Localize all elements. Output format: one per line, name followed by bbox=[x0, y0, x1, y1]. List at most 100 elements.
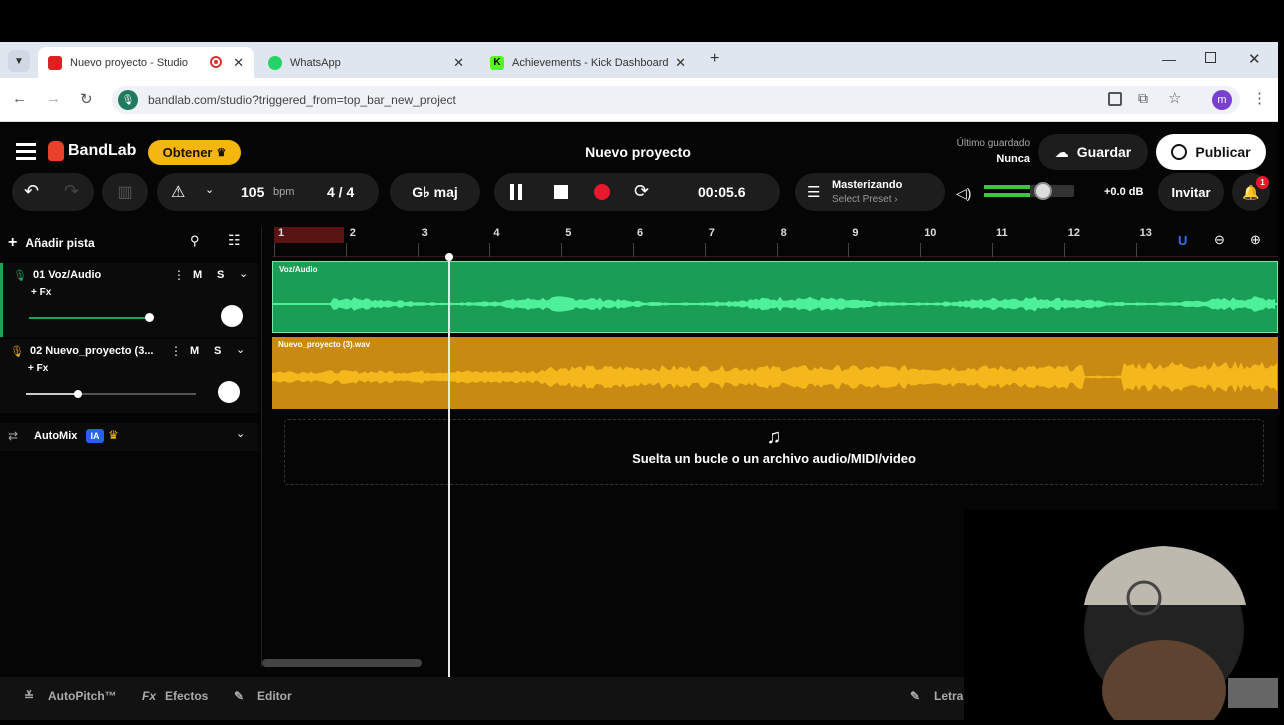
tab-bandlab[interactable]: Nuevo proyecto - Studio ✕ bbox=[38, 47, 254, 78]
track-header-2[interactable]: 🎙 02 Nuevo_proyecto (3... + Fx ⋮ M S ⌄ bbox=[0, 339, 258, 413]
undo-icon[interactable]: ↶ bbox=[24, 181, 39, 202]
reload-icon[interactable]: ↻ bbox=[80, 90, 93, 108]
notification-badge: 1 bbox=[1256, 176, 1269, 189]
horizontal-scrollbar[interactable] bbox=[262, 659, 422, 667]
url-field[interactable]: 🎙 bandlab.com/studio?triggered_from=top_… bbox=[112, 86, 1240, 114]
playhead-handle[interactable] bbox=[445, 253, 453, 261]
restore-icon[interactable] bbox=[1205, 52, 1216, 63]
mastering-button[interactable]: ☰ Masterizando Select Preset › bbox=[795, 173, 945, 211]
close-tab-icon[interactable]: ✕ bbox=[453, 55, 464, 71]
master-volume-slider[interactable] bbox=[1034, 182, 1052, 200]
browser-menu-icon[interactable]: ⋮ bbox=[1252, 89, 1267, 107]
automix-chevron-down-icon[interactable]: ⌄ bbox=[236, 427, 245, 440]
get-membership-label: Obtener bbox=[162, 145, 213, 160]
metronome-chevron-down-icon[interactable]: ⌄ bbox=[205, 183, 214, 196]
track-volume-slider[interactable] bbox=[29, 317, 149, 319]
bpm-value[interactable]: 105 bbox=[241, 184, 264, 200]
zoom-in-icon[interactable]: ⊕ bbox=[1250, 232, 1261, 248]
track-menu-icon[interactable]: ⋮ bbox=[170, 344, 182, 358]
invite-button[interactable]: Invitar bbox=[1158, 173, 1224, 211]
back-icon[interactable]: ← bbox=[12, 90, 27, 107]
add-track-button[interactable]: + Añadir pista bbox=[8, 229, 128, 257]
new-tab-icon[interactable]: + bbox=[710, 50, 719, 68]
automix-row[interactable]: ⇄ AutoMix IA ♛ ⌄ bbox=[0, 423, 258, 451]
pause-icon[interactable] bbox=[510, 184, 514, 200]
globe-icon bbox=[1171, 144, 1188, 160]
hamburger-menu-icon[interactable] bbox=[16, 143, 36, 160]
record-icon[interactable] bbox=[594, 184, 610, 200]
project-title[interactable]: Nuevo proyecto bbox=[560, 144, 716, 160]
time-signature[interactable]: 4 / 4 bbox=[327, 184, 354, 200]
redo-icon[interactable]: ↷ bbox=[64, 181, 79, 202]
lyrics-button[interactable]: Letra bbox=[934, 689, 963, 703]
minimize-icon[interactable]: — bbox=[1162, 51, 1176, 67]
track-name[interactable]: 02 Nuevo_proyecto (3... bbox=[30, 345, 154, 357]
timeline-ruler[interactable]: 1 2 3 4 5 6 7 8 9 10 11 12 13 U ⊖ ⊕ bbox=[272, 227, 1278, 257]
speaker-icon[interactable]: ◁) bbox=[956, 185, 971, 202]
get-membership-button[interactable]: Obtener ♛ bbox=[148, 140, 241, 165]
reader-mode-icon[interactable] bbox=[1108, 92, 1122, 106]
track-header-1[interactable]: 🎙 01 Voz/Audio + Fx ⋮ M S ⌄ bbox=[0, 263, 258, 337]
track-expand-chevron-icon[interactable]: ⌄ bbox=[236, 343, 245, 356]
ruler-bar-number: 2 bbox=[349, 227, 356, 239]
autopitch-button[interactable]: AutoPitch™ bbox=[48, 689, 117, 703]
tab-search-chevron-icon[interactable]: ▼ bbox=[8, 50, 30, 72]
volume-slider-handle[interactable] bbox=[145, 313, 154, 322]
tab-kick[interactable]: K Achievements - Kick Dashboard ✕ bbox=[480, 47, 696, 78]
ruler-tick bbox=[776, 243, 778, 257]
volume-slider-handle[interactable] bbox=[74, 390, 82, 398]
keyboard-button[interactable]: ▥ bbox=[102, 173, 148, 211]
pan-knob[interactable] bbox=[221, 305, 243, 327]
stop-icon[interactable] bbox=[554, 185, 568, 199]
drop-zone[interactable]: ♫ Suelta un bucle o un archivo audio/MID… bbox=[284, 419, 1264, 485]
mute-button[interactable]: M bbox=[190, 345, 199, 357]
pan-knob[interactable] bbox=[218, 381, 240, 403]
mute-button[interactable]: M bbox=[193, 269, 202, 281]
zoom-out-icon[interactable]: ⊖ bbox=[1214, 232, 1225, 248]
tab-whatsapp[interactable]: WhatsApp ✕ bbox=[258, 47, 474, 78]
ruler-tick bbox=[417, 243, 419, 257]
track-2-region[interactable]: Nuevo_proyecto (3).wav bbox=[272, 337, 1278, 409]
track-name[interactable]: 01 Voz/Audio bbox=[33, 269, 101, 281]
close-tab-icon[interactable]: ✕ bbox=[675, 55, 686, 71]
forward-icon[interactable]: → bbox=[46, 90, 61, 107]
kick-favicon-icon: K bbox=[490, 55, 504, 70]
loop-icon[interactable]: ⟳ bbox=[634, 181, 649, 202]
mixer-sliders-icon: ☰ bbox=[807, 184, 821, 201]
piano-keys-icon: ▥ bbox=[117, 184, 133, 201]
editor-button[interactable]: Editor bbox=[257, 689, 292, 703]
add-fx-button[interactable]: + Fx bbox=[28, 363, 48, 374]
autopitch-icon: ≚ bbox=[24, 689, 35, 703]
track-settings-icon[interactable]: ☷ bbox=[228, 232, 241, 249]
solo-button[interactable]: S bbox=[217, 269, 224, 281]
ruler-bar-number: 11 bbox=[996, 227, 1008, 239]
track-menu-icon[interactable]: ⋮ bbox=[173, 268, 185, 282]
save-button[interactable]: ☁ Guardar bbox=[1038, 134, 1148, 170]
pencil-icon: ✎ bbox=[234, 689, 245, 703]
bookmark-star-icon[interactable]: ☆ bbox=[1168, 89, 1181, 107]
mastering-preset: Select Preset › bbox=[832, 194, 898, 205]
save-label: Guardar bbox=[1076, 144, 1132, 160]
cast-icon[interactable]: ⧉ bbox=[1138, 90, 1148, 107]
close-window-icon[interactable]: ✕ bbox=[1248, 50, 1261, 68]
loop-region-marker[interactable] bbox=[274, 227, 344, 243]
tuning-fork-icon[interactable]: ⚲ bbox=[190, 233, 200, 249]
solo-button[interactable]: S bbox=[214, 345, 221, 357]
playhead[interactable] bbox=[445, 253, 453, 677]
add-fx-button[interactable]: + Fx bbox=[31, 287, 51, 298]
profile-avatar[interactable]: m bbox=[1212, 90, 1232, 110]
level-meter-top bbox=[984, 185, 1030, 189]
effects-button[interactable]: Efectos bbox=[165, 689, 208, 703]
ruler-tick bbox=[489, 243, 491, 257]
track-1-region[interactable]: Voz/Audio bbox=[272, 261, 1278, 333]
ruler-bar-number: 10 bbox=[924, 227, 937, 239]
site-info-icon[interactable]: 🎙 bbox=[118, 90, 138, 110]
metronome-icon[interactable]: ⚠ bbox=[171, 182, 185, 202]
publish-button[interactable]: Publicar bbox=[1156, 134, 1266, 170]
close-tab-icon[interactable]: ✕ bbox=[233, 55, 244, 71]
track-expand-chevron-icon[interactable]: ⌄ bbox=[239, 267, 248, 280]
magnet-snap-icon[interactable]: U bbox=[1178, 233, 1187, 248]
key-selector[interactable]: G♭ maj bbox=[390, 173, 480, 211]
ruler-tick bbox=[704, 243, 706, 257]
track-volume-slider[interactable] bbox=[26, 393, 196, 395]
